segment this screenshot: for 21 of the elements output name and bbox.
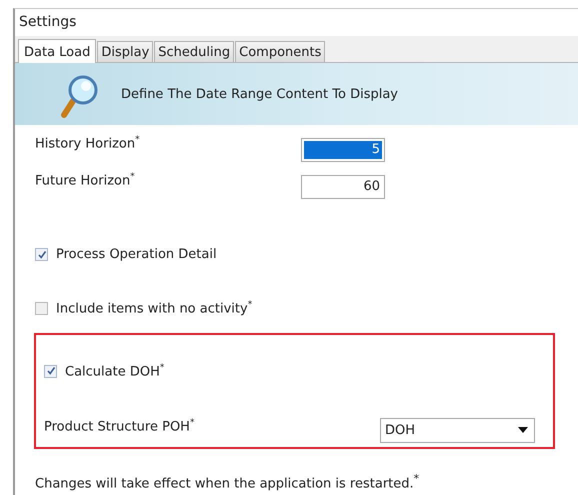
info-text: Changes will take effect when the application is restarted.$^{*}$ bbox=[35, 472, 420, 492]
input-field[interactable]: 60 bbox=[301, 175, 385, 199]
caret-icon bbox=[518, 427, 528, 434]
checkbox-label: Include items with no activity$^{*}$ bbox=[56, 300, 252, 316]
checkbox[interactable] bbox=[44, 364, 57, 378]
checkbox[interactable] bbox=[35, 248, 48, 261]
checkbox-label: Calculate DOH$^{*}$ bbox=[65, 363, 164, 380]
dropdown[interactable]: DOH bbox=[380, 418, 535, 443]
window-title: Settings bbox=[18, 13, 78, 32]
input-field[interactable]: 5 bbox=[301, 138, 385, 162]
field-label: History Horizon$^{*}$ bbox=[35, 135, 140, 152]
dropdown-label: Product Structure POH$^{*}$ bbox=[44, 418, 194, 434]
field-label: Future Horizon$^{*}$ bbox=[35, 172, 135, 188]
tab[interactable]: Scheduling bbox=[154, 41, 234, 62]
search-icon bbox=[59, 73, 99, 121]
tab[interactable]: Components bbox=[235, 41, 326, 62]
tab[interactable]: Data Load bbox=[18, 39, 96, 63]
banner-text: Define The Date Range Content To Display bbox=[121, 86, 398, 102]
checkbox-label: Process Operation Detail bbox=[56, 247, 217, 262]
checkbox[interactable] bbox=[35, 302, 48, 315]
tab[interactable]: Display bbox=[97, 41, 154, 62]
